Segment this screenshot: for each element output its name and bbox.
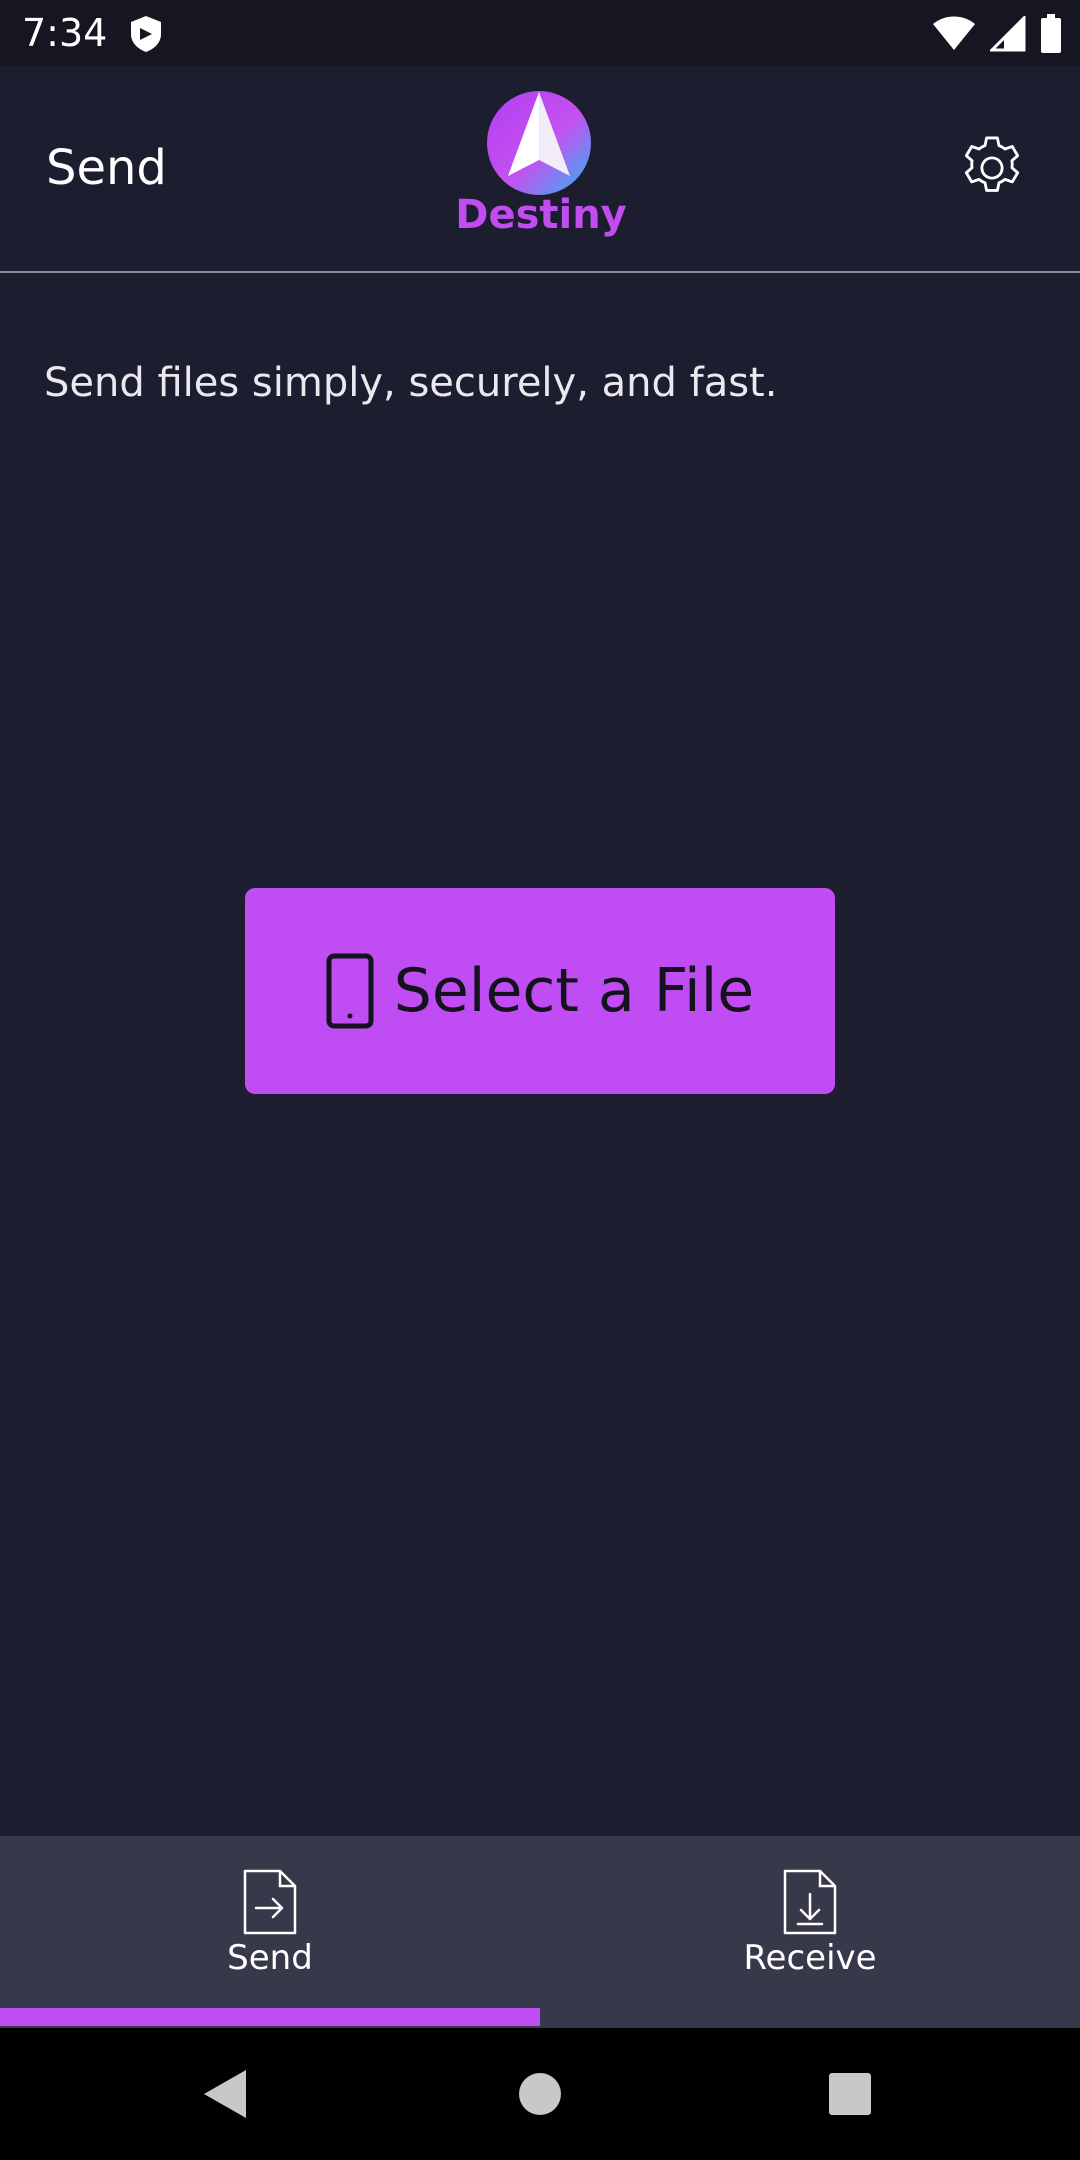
gear-icon xyxy=(964,136,1020,192)
status-bar: 7:34 xyxy=(0,0,1080,66)
send-file-icon xyxy=(243,1869,297,1935)
app-logo: Destiny xyxy=(446,90,636,240)
page-title: Send xyxy=(46,140,167,196)
bottom-tab-bar: Send Receive xyxy=(0,1836,1080,2028)
logo-text: Destiny xyxy=(455,192,627,238)
screen: 7:34 Send Destiny Send files simply, sec… xyxy=(0,0,1080,2160)
tagline: Send files simply, securely, and fast. xyxy=(44,360,778,406)
wifi-icon xyxy=(933,16,975,50)
tab-receive-label: Receive xyxy=(743,1938,877,1978)
settings-button[interactable] xyxy=(954,130,1030,206)
select-file-label: Select a File xyxy=(393,956,755,1026)
rocket-logo-icon xyxy=(487,91,591,195)
app-bar: Send Destiny xyxy=(0,66,1080,273)
select-file-button[interactable]: Select a File xyxy=(245,888,835,1094)
tab-send[interactable]: Send xyxy=(0,1836,540,2028)
shield-icon xyxy=(131,16,161,52)
receive-file-icon xyxy=(783,1869,837,1935)
phone-icon xyxy=(326,953,374,1029)
system-nav-bar xyxy=(0,2028,1080,2160)
back-icon[interactable] xyxy=(196,2064,256,2124)
status-time: 7:34 xyxy=(22,11,108,55)
status-icons xyxy=(932,12,1062,56)
cell-signal-icon xyxy=(990,16,1026,52)
selected-tab-indicator xyxy=(0,2008,540,2026)
home-icon[interactable] xyxy=(510,2064,570,2124)
tab-send-label: Send xyxy=(227,1938,313,1978)
battery-icon xyxy=(1041,14,1061,53)
tab-receive[interactable]: Receive xyxy=(540,1836,1080,2028)
recents-icon[interactable] xyxy=(820,2064,880,2124)
